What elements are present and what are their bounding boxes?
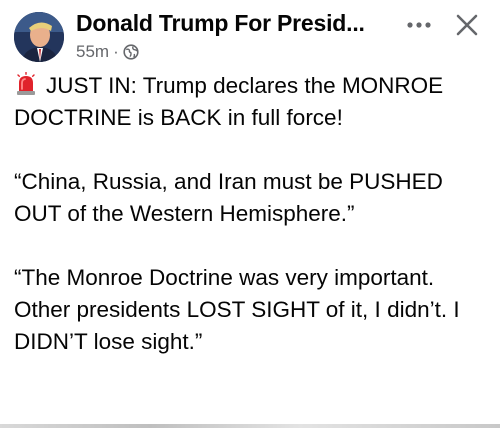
close-button[interactable] bbox=[452, 10, 482, 40]
post-time[interactable]: 55m bbox=[76, 42, 109, 62]
post-paragraph-3: “The Monroe Doctrine was very important.… bbox=[14, 265, 460, 354]
post-paragraph-1: JUST IN: Trump declares the MONROE DOCTR… bbox=[14, 70, 486, 134]
post-meta: 55m · bbox=[76, 42, 139, 62]
avatar[interactable] bbox=[14, 12, 64, 62]
close-icon bbox=[456, 14, 478, 36]
globe-icon bbox=[123, 44, 139, 60]
post-header: Donald Trump For Presid... 55m · bbox=[12, 8, 488, 64]
post-line-1: JUST IN: Trump declares the MONROE DOCTR… bbox=[14, 73, 444, 130]
post-body: JUST IN: Trump declares the MONROE DOCTR… bbox=[14, 70, 486, 358]
facebook-post: Donald Trump For Presid... 55m · JUST IN… bbox=[0, 0, 500, 428]
author-name[interactable]: Donald Trump For Presid... bbox=[76, 10, 396, 37]
cut-off-image-edge bbox=[0, 424, 500, 428]
post-paragraph-2: “China, Russia, and Iran must be PUSHED … bbox=[14, 169, 443, 226]
siren-icon bbox=[14, 71, 38, 96]
avatar-image bbox=[14, 12, 64, 62]
more-options-icon bbox=[407, 22, 431, 28]
meta-separator: · bbox=[113, 42, 119, 61]
more-options-button[interactable] bbox=[404, 12, 434, 38]
